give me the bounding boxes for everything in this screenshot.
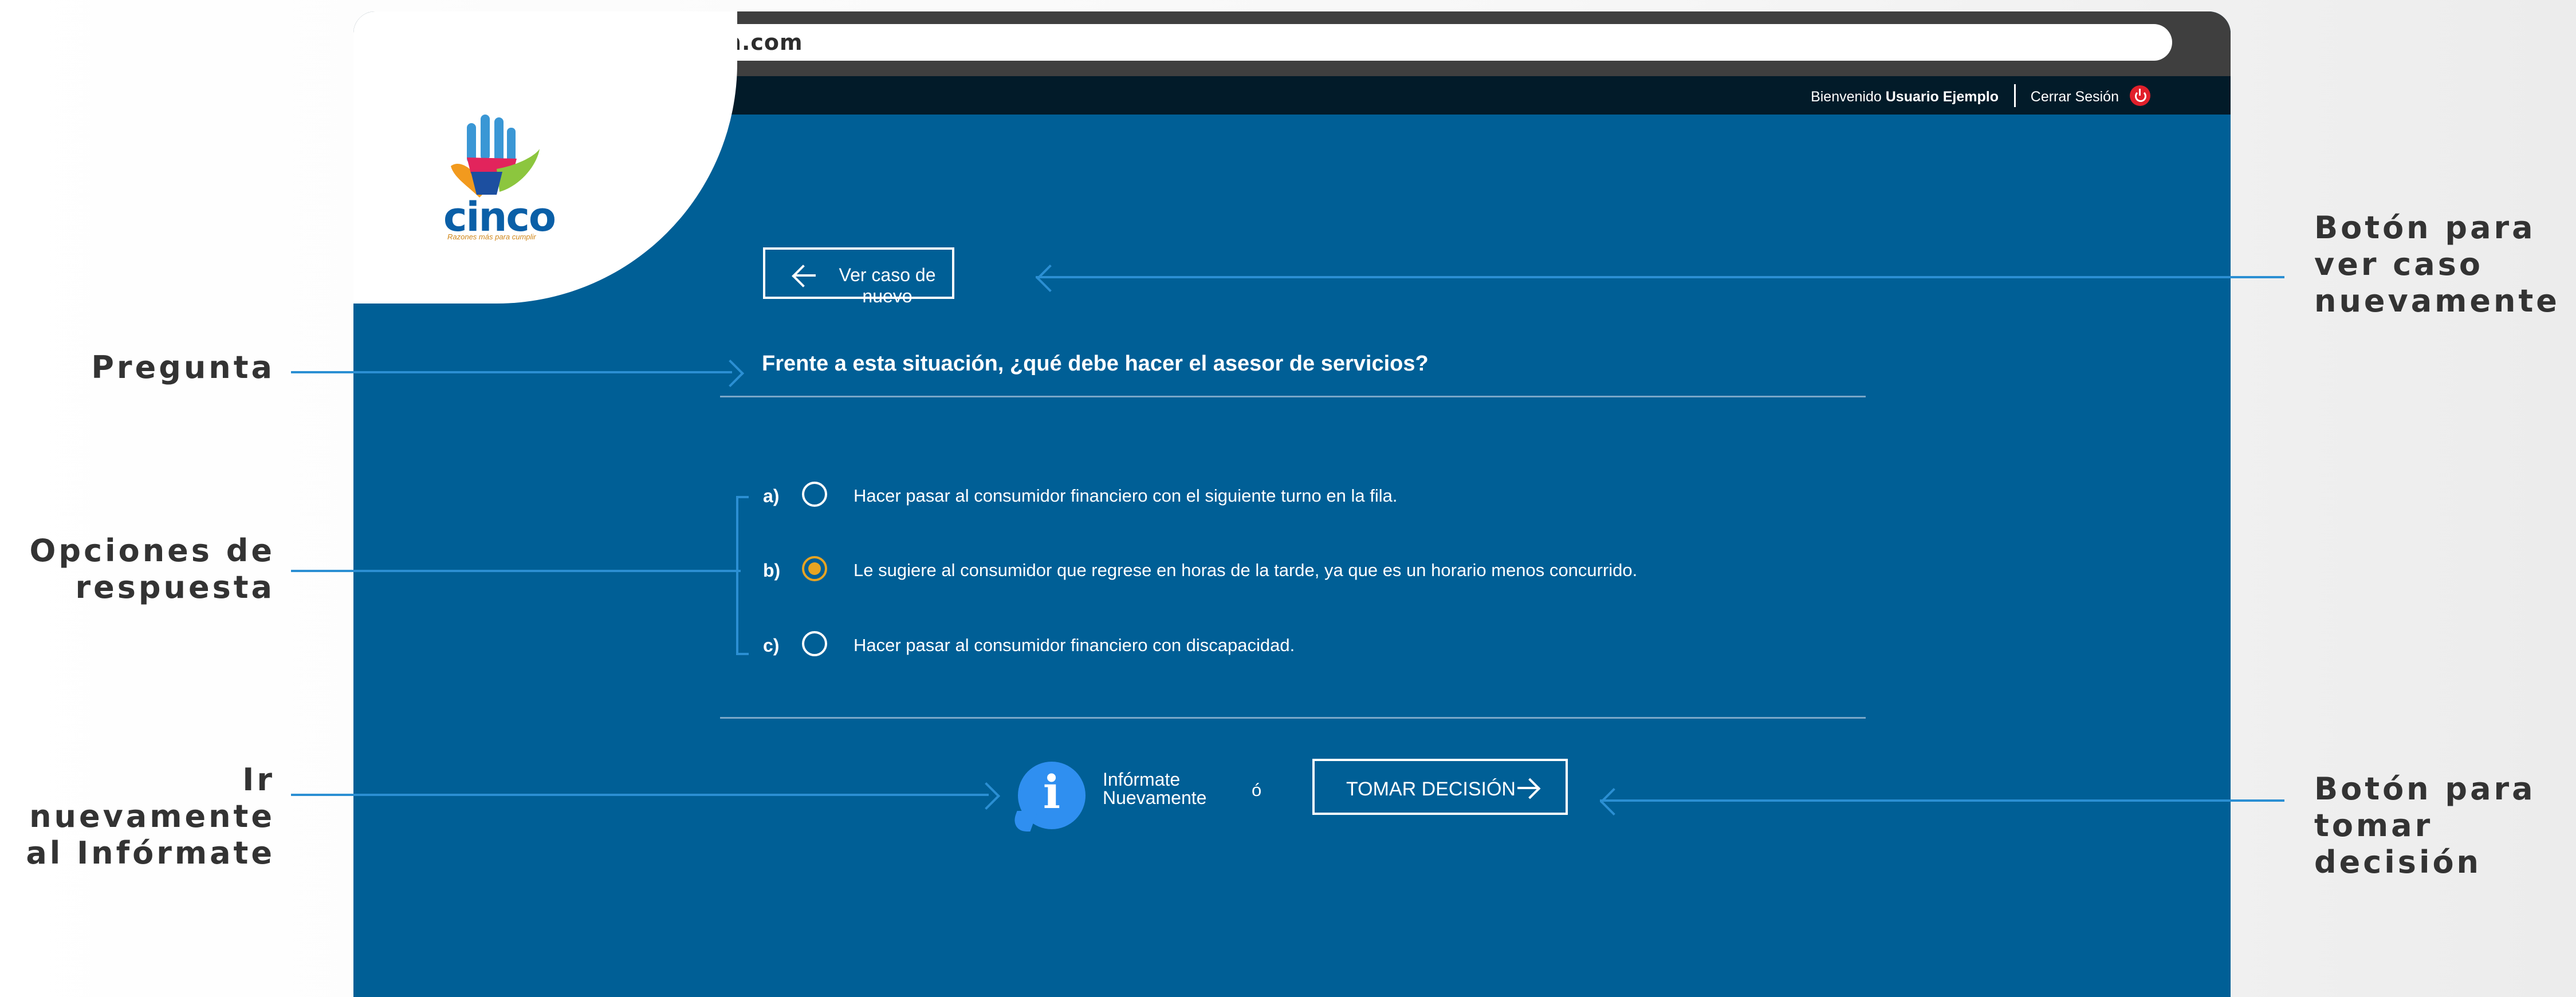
- option-letter: b): [763, 560, 781, 581]
- radio-button[interactable]: [802, 482, 827, 507]
- annotation-decision: Botón para tomar decisión: [2314, 771, 2572, 881]
- welcome-text: Bienvenido Usuario Ejemplo: [1811, 89, 1999, 105]
- info-icon[interactable]: i: [1018, 762, 1086, 829]
- option-text: Hacer pasar al consumidor financiero con…: [854, 635, 1295, 655]
- question-text: Frente a esta situación, ¿qué debe hacer…: [762, 352, 1429, 376]
- annotation-back-line1: Botón para: [2314, 210, 2536, 246]
- annotation-question-text: Pregunta: [91, 349, 275, 385]
- power-icon[interactable]: [2130, 85, 2150, 106]
- browser-window: www.cincobmm.com Bienvenido Usuario Ejem…: [353, 11, 2231, 997]
- annotation-options-line1: Opciones de: [29, 533, 275, 569]
- option-letter: a): [763, 486, 780, 506]
- annotation-options: Opciones de respuesta: [23, 533, 275, 606]
- info-glyph: i: [1043, 765, 1061, 819]
- annotation-question-line: [291, 371, 732, 373]
- annotation-decision-line2: tomar decisión: [2314, 807, 2481, 880]
- annotation-informate-line1: Ir nuevamente: [29, 762, 275, 834]
- option-letter: c): [763, 635, 780, 656]
- option-text: Le sugiere al consumidor que regrese en …: [854, 560, 1638, 580]
- bottom-divider: [720, 717, 1866, 719]
- option-text: Hacer pasar al consumidor financiero con…: [854, 486, 1398, 506]
- informate-link[interactable]: Infórmate Nuevamente: [1103, 770, 1206, 807]
- main-content: Ver caso de nuevo Frente a esta situació…: [353, 115, 2231, 997]
- annotation-back-line3: nuevamente: [2314, 283, 2560, 319]
- top-divider: [720, 396, 1866, 397]
- informate-line2: Nuevamente: [1103, 787, 1207, 808]
- radio-button[interactable]: [802, 631, 827, 656]
- take-decision-button[interactable]: TOMAR DECISIÓN: [1312, 759, 1568, 815]
- take-decision-label: TOMAR DECISIÓN: [1346, 778, 1516, 800]
- topbar-divider: [2014, 84, 2016, 107]
- address-bar[interactable]: www.cincobmm.com: [521, 24, 2172, 61]
- radio-button-selected[interactable]: [802, 556, 827, 581]
- annotation-informate: Ir nuevamente al Infórmate: [0, 762, 275, 872]
- arrow-right-head: [1519, 778, 1541, 799]
- welcome-prefix: Bienvenido: [1811, 89, 1882, 105]
- or-separator: ó: [1252, 780, 1262, 800]
- annotation-informate-line: [291, 794, 989, 796]
- annotation-decision-line1: Botón para: [2314, 771, 2536, 807]
- logout-link[interactable]: Cerrar Sesión: [2031, 89, 2119, 105]
- options-bracket: [736, 496, 749, 655]
- annotation-options-line: [291, 570, 741, 572]
- back-to-case-label: Ver caso de nuevo: [839, 265, 936, 306]
- back-to-case-button[interactable]: Ver caso de nuevo: [763, 247, 954, 306]
- annotation-back: Botón para ver caso nuevamente: [2314, 210, 2566, 320]
- annotation-question: Pregunta: [80, 349, 275, 386]
- annotation-back-line: [1036, 276, 2284, 278]
- user-name: Usuario Ejemplo: [1885, 89, 1999, 105]
- annotation-informate-line2: al Infórmate: [26, 835, 275, 871]
- arrow-left-head: [792, 265, 815, 287]
- informate-line1: Infórmate: [1103, 769, 1181, 790]
- annotation-options-line2: respuesta: [75, 569, 275, 605]
- annotation-decision-line: [1600, 799, 2284, 802]
- annotation-back-line2: ver caso: [2314, 246, 2483, 282]
